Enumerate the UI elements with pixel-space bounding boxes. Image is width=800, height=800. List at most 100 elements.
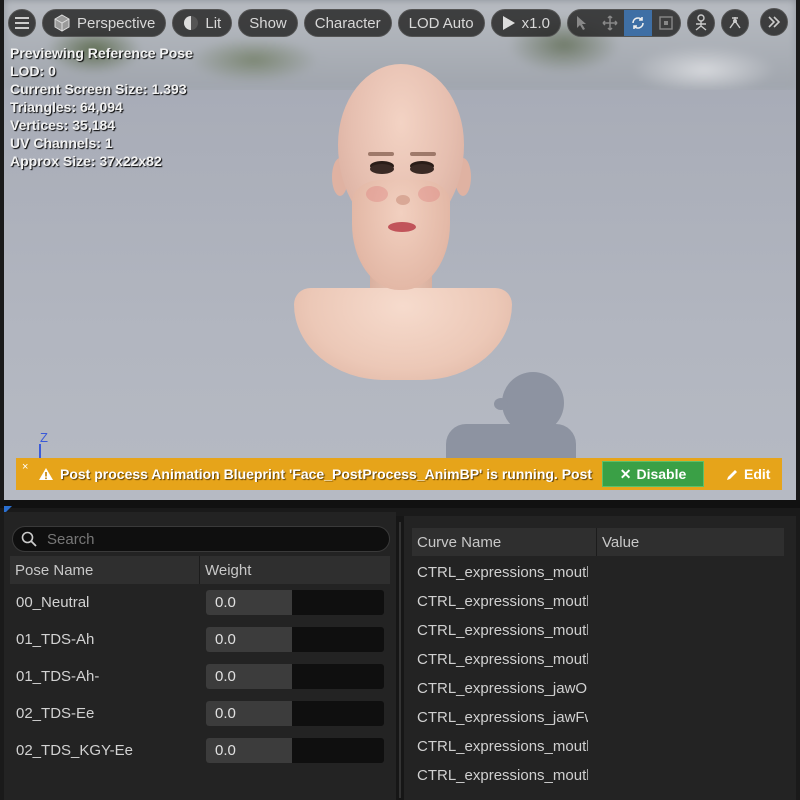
lit-label: Lit [205,14,222,32]
lips [388,222,416,232]
play-icon [502,16,515,30]
pose-panel: Pose Name Weight 00_Neutral 0.0 01_TDS-A… [4,512,396,800]
select-tool-button[interactable] [568,10,596,36]
pose-search-input[interactable] [47,530,367,548]
pose-table-header: Pose Name Weight [10,556,390,584]
left-cheek [366,186,388,202]
disable-label: Disable [636,466,687,482]
character-label: Character [314,14,381,32]
perspective-label: Perspective [77,14,156,32]
weight-slider[interactable]: 0.0 [206,738,384,763]
curve-row[interactable]: CTRL_expressions_jawFwd [412,703,784,732]
triangles-text: Triangles: 64,094 [10,99,123,115]
curve-row[interactable]: CTRL_expressions_jawOpen [412,674,784,703]
bone-options-button[interactable] [721,9,750,37]
viewport[interactable]: Perspective Lit Show Character LOD Auto … [4,0,796,500]
lod-label: LOD Auto [408,14,474,32]
vertices-text: Vertices: 35,184 [10,117,116,133]
disable-x-icon: ✕ [619,465,632,482]
translate-icon [602,15,618,31]
pose-row[interactable]: 02_TDS-Ee 0.0 [10,695,390,732]
show-label: Show [249,14,287,32]
more-options-button[interactable] [760,8,788,36]
curve-row[interactable]: CTRL_expressions_mouthL [412,645,784,674]
bone-icon [729,17,741,29]
curve-name: CTRL_expressions_jawFwd [417,709,588,726]
weight-slider[interactable]: 0.0 [206,701,384,726]
perspective-button[interactable]: Perspective [42,9,167,37]
weight-column-header[interactable]: Weight [200,556,390,584]
viewport-toolbar: Perspective Lit Show Character LOD Auto … [8,8,750,38]
lod-text: LOD: 0 [10,63,56,79]
curve-row[interactable]: CTRL_expressions_mouthU [412,761,784,790]
edit-label: Edit [744,466,771,482]
value-column-header[interactable]: Value [597,528,784,556]
screen-size-text: Current Screen Size: 1.393 [10,81,187,97]
warning-message: Post process Animation Blueprint 'Face_P… [60,466,596,482]
post-process-warning-bar: × Post process Animation Blueprint 'Face… [16,458,782,490]
pose-name: 01_TDS-Ah [16,631,95,648]
panel-splitter[interactable] [396,516,404,800]
edit-button[interactable]: Edit [726,466,770,482]
character-button[interactable]: Character [303,9,392,37]
play-speed-button[interactable]: x1.0 [490,9,562,37]
viewport-stats: Previewing Reference Pose LOD: 0 Current… [10,44,193,170]
chevron-double-right-icon [768,16,781,28]
lit-sphere-icon [184,16,199,30]
warning-icon [39,468,53,480]
lod-button[interactable]: LOD Auto [397,9,485,37]
camera-icon [695,14,707,31]
panel-divider [0,500,800,508]
curve-row[interactable]: CTRL_expressions_mouthL [412,558,784,587]
camera-options-button[interactable] [687,9,716,37]
weight-slider[interactable]: 0.0 [206,664,384,689]
right-eye [410,164,434,174]
head-mesh [284,60,524,390]
warning-close-button[interactable]: × [16,458,34,473]
curve-table-header: Curve Name Value [412,528,784,556]
hamburger-icon [15,17,29,29]
curve-name-column-header[interactable]: Curve Name [412,528,597,556]
rotate-tool-button[interactable] [624,10,653,36]
pose-row[interactable]: 02_TDS_KGY-Ee 0.0 [10,732,390,769]
curve-name: CTRL_expressions_mouthL [417,564,588,581]
search-icon [21,531,37,547]
disable-button[interactable]: ✕ Disable [602,461,704,487]
viewport-menu-button[interactable] [8,9,36,37]
curve-name: CTRL_expressions_jawOpen [417,680,588,697]
weight-slider[interactable]: 0.0 [206,627,384,652]
cube-icon [54,14,70,32]
pose-name-column-header[interactable]: Pose Name [10,556,200,584]
pose-search-box[interactable] [12,526,390,552]
weight-slider[interactable]: 0.0 [206,590,384,615]
pose-row[interactable]: 01_TDS-Ah 0.0 [10,621,390,658]
weight-value: 0.0 [215,631,236,648]
pencil-icon [727,469,737,480]
rotate-icon [632,17,644,29]
translate-tool-button[interactable] [596,10,624,36]
weight-value: 0.0 [215,742,236,759]
right-cheek [418,186,440,202]
curve-row[interactable]: CTRL_expressions_mouthL [412,616,784,645]
scale-tool-button[interactable] [652,10,680,36]
pose-name: 01_TDS-Ah- [16,668,100,685]
left-brow [368,152,394,156]
pose-name: 02_TDS-Ee [16,705,95,722]
show-button[interactable]: Show [238,9,298,37]
right-brow [410,152,436,156]
transform-tools [567,9,682,37]
pose-row[interactable]: 00_Neutral 0.0 [10,584,390,621]
preview-mode-text: Previewing Reference Pose [10,45,193,61]
weight-value: 0.0 [215,668,236,685]
pose-list: 00_Neutral 0.0 01_TDS-Ah 0.0 01_TDS-Ah- … [10,584,390,769]
curve-name: CTRL_expressions_mouthU [417,593,588,610]
lit-button[interactable]: Lit [172,9,233,37]
curve-name: CTRL_expressions_mouthU [417,738,588,755]
bust [294,288,512,380]
pose-name: 02_TDS_KGY-Ee [16,742,134,759]
curve-row[interactable]: CTRL_expressions_mouthU [412,587,784,616]
curve-row[interactable]: CTRL_expressions_mouthU [412,732,784,761]
scale-icon [659,16,673,30]
head-shadow [442,372,582,464]
pose-row[interactable]: 01_TDS-Ah- 0.0 [10,658,390,695]
